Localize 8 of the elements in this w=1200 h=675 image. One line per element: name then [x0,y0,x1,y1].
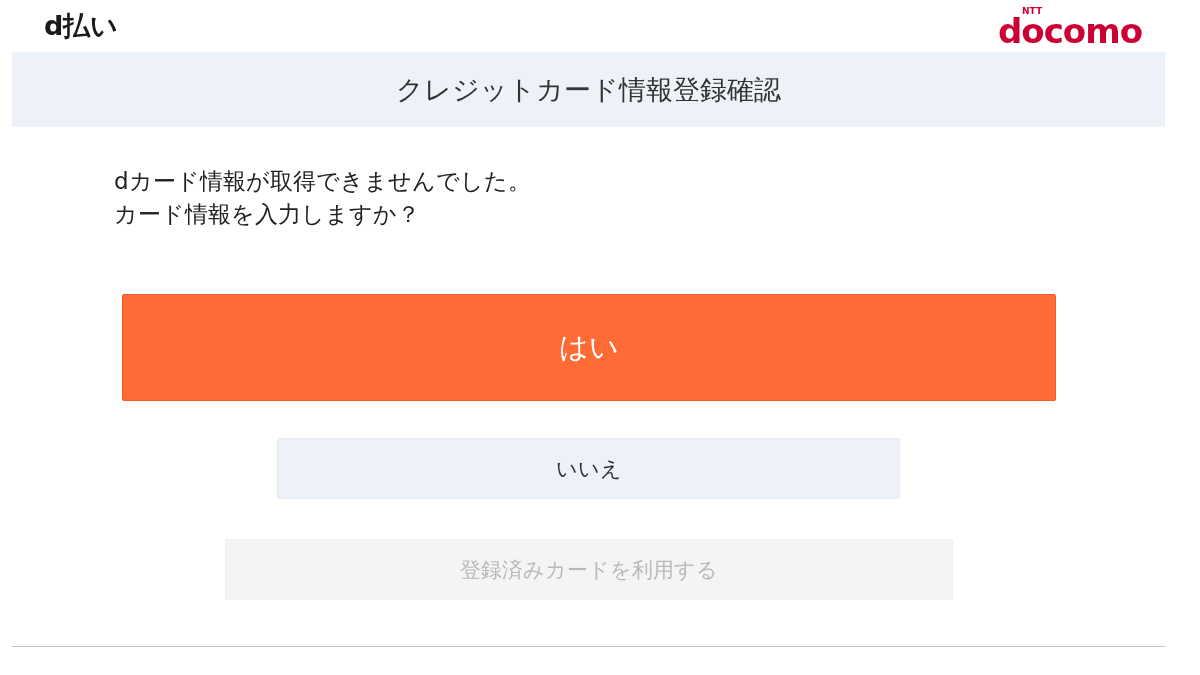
message-text: カード情報を入力しますか？ [114,200,420,229]
page-title: クレジットカード情報登録確認 [396,72,781,107]
message-text: dカード情報が取得できませんでした。 [114,167,531,196]
service-logo: d払い [44,10,119,42]
brand-logo: docomo [998,15,1142,46]
confirm-button[interactable]: はい [121,294,1056,401]
brand-logo-subtext: NTT [1021,6,1043,16]
option-button[interactable]: いいえ [277,438,900,499]
